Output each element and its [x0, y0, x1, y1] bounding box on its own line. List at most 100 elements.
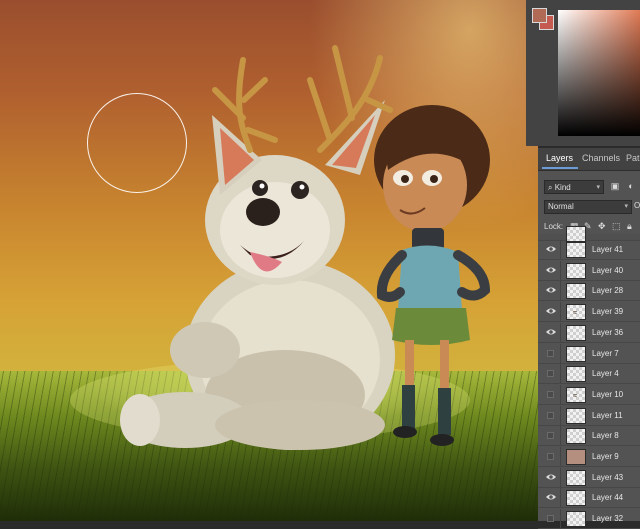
panel-tabs: Layers Channels Pat [538, 148, 640, 171]
blend-mode-row: Normal ▾ O [538, 200, 640, 218]
layer-name: Layer 44 [592, 493, 624, 502]
layer-name: Layer 39 [592, 307, 624, 316]
foreground-background-swatches[interactable] [532, 8, 554, 30]
column-divider [560, 240, 561, 260]
visibility-toggle[interactable] [547, 350, 554, 357]
layer-row[interactable]: Layer 9 [538, 447, 640, 467]
column-divider [560, 323, 561, 343]
blend-mode-select[interactable]: Normal ▾ [544, 200, 632, 214]
brush-cursor-circle [87, 93, 187, 193]
sketch-mark: ≈ [573, 391, 578, 400]
lock-icon[interactable]: 🔒︎ [627, 221, 632, 232]
layer-thumbnail [566, 490, 586, 506]
layer-name: Layer 40 [592, 266, 624, 275]
column-divider [560, 509, 561, 529]
layer-row[interactable]: Layer 41 [538, 240, 640, 260]
visibility-toggle[interactable] [547, 370, 554, 377]
visibility-toggle[interactable] [547, 391, 554, 398]
column-divider [560, 468, 561, 488]
layer-name: Layer 28 [592, 286, 624, 295]
layer-thumbnail [566, 263, 586, 279]
layers-panel: Layers Channels Pat ⌕ Kind ▾ ▣ ◐ Normal … [538, 148, 640, 529]
layer-row[interactable]: Layer 8 [538, 426, 640, 446]
layer-row[interactable]: ≈ Layer 10 [538, 385, 640, 405]
layer-thumbnail [566, 346, 586, 362]
column-divider [560, 385, 561, 405]
column-divider [560, 261, 561, 281]
eye-icon[interactable] [546, 328, 556, 336]
document-canvas[interactable] [0, 0, 538, 521]
blend-mode-label: Normal [548, 202, 574, 211]
eye-icon[interactable] [546, 245, 556, 253]
tab-layers[interactable]: Layers [546, 153, 573, 163]
layer-thumbnail [566, 242, 586, 258]
illustration-artwork [70, 45, 491, 450]
layer-row[interactable]: Layer 44 [538, 488, 640, 508]
layer-thumbnail: ≈ [566, 387, 586, 403]
foreground-color-swatch[interactable] [532, 8, 547, 23]
layer-name: Layer 36 [592, 328, 624, 337]
tab-paths[interactable]: Pat [626, 153, 640, 163]
visibility-toggle[interactable] [547, 412, 554, 419]
opacity-label: O [634, 201, 640, 210]
layer-name: Layer 8 [592, 431, 619, 440]
layer-name: Layer 43 [592, 473, 624, 482]
color-panel [526, 0, 640, 146]
layer-name: Layer 41 [592, 245, 624, 254]
layer-thumbnail [566, 408, 586, 424]
column-divider [560, 344, 561, 364]
eye-icon[interactable] [546, 286, 556, 294]
column-divider [560, 488, 561, 508]
layer-name: Layer 4 [592, 369, 619, 378]
layer-thumbnail: ≈ [566, 304, 586, 320]
layer-row[interactable]: ≈ Layer 39 [538, 302, 640, 322]
image-filter-icon[interactable]: ▣ [610, 181, 620, 191]
chevron-down-icon: ▾ [596, 184, 600, 191]
column-divider [560, 406, 561, 426]
tab-channels[interactable]: Channels [582, 153, 620, 163]
layer-thumbnail [566, 366, 586, 382]
visibility-toggle[interactable] [547, 453, 554, 460]
artboard-icon[interactable]: ⬚ [612, 221, 621, 232]
layer-thumbnail [566, 449, 586, 465]
chevron-down-icon: ▾ [624, 203, 628, 210]
layer-row[interactable]: Layer 40 [538, 261, 640, 281]
layer-thumbnail [566, 428, 586, 444]
layer-row[interactable]: Layer 36 [538, 323, 640, 343]
layer-thumbnail [566, 511, 586, 527]
adjustment-filter-icon[interactable]: ◐ [626, 181, 636, 191]
column-divider [560, 302, 561, 322]
layer-name: Layer 11 [592, 411, 623, 420]
layer-name: Layer 32 [592, 514, 624, 523]
filter-kind-label: Kind [554, 183, 571, 192]
layer-name: Layer 7 [592, 349, 619, 358]
eye-icon[interactable] [546, 307, 556, 315]
layer-thumbnail [566, 283, 586, 299]
column-divider [560, 426, 561, 446]
layer-name: Layer 10 [592, 390, 624, 399]
color-picker-field[interactable] [558, 10, 640, 136]
column-divider [560, 281, 561, 301]
column-divider [560, 447, 561, 467]
eye-icon[interactable] [546, 473, 556, 481]
layer-row[interactable]: Layer 32 [538, 509, 640, 529]
layer-row[interactable]: Layer 11 [538, 406, 640, 426]
layer-thumbnail [566, 470, 586, 486]
sketch-mark: ≈ [573, 308, 578, 317]
filter-kind-select[interactable]: ⌕ Kind ▾ [544, 180, 604, 194]
layer-row[interactable]: Layer 43 [538, 468, 640, 488]
layer-name: Layer 9 [592, 452, 619, 461]
search-icon: ⌕ [548, 183, 555, 192]
move-icon[interactable]: ✥ [598, 221, 606, 232]
layer-row[interactable]: Layer 28 [538, 281, 640, 301]
layer-row[interactable]: Layer 7 [538, 344, 640, 364]
layer-thumbnail [566, 325, 586, 341]
layer-row[interactable]: Layer 4 [538, 364, 640, 384]
eye-icon[interactable] [546, 493, 556, 501]
eye-icon[interactable] [546, 266, 556, 274]
lock-label: Lock: [544, 222, 564, 231]
column-divider [560, 364, 561, 384]
visibility-toggle[interactable] [547, 432, 554, 439]
layer-filter-row: ⌕ Kind ▾ ▣ ◐ [538, 180, 640, 198]
active-tab-indicator [542, 167, 578, 169]
